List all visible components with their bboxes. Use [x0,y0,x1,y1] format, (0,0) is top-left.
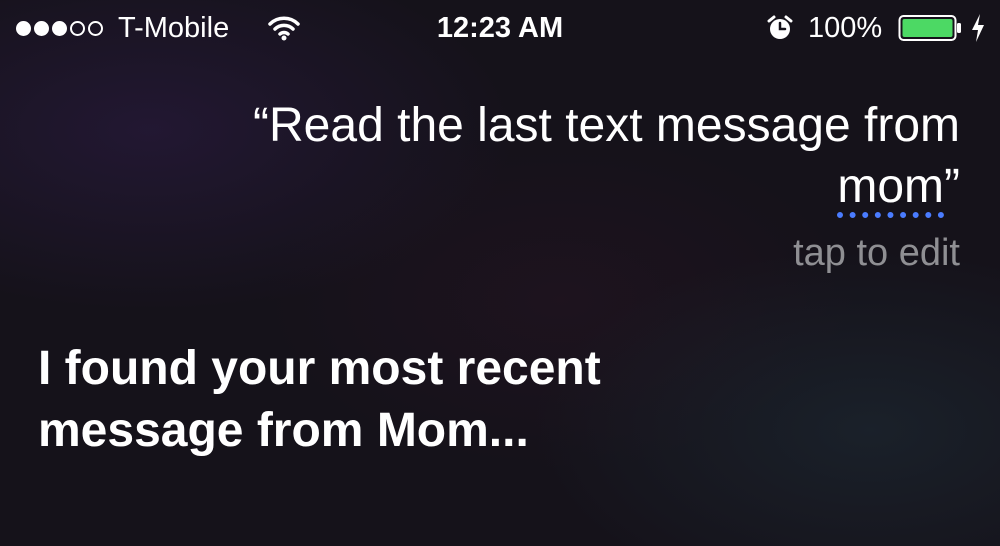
charging-bolt-icon [972,14,984,42]
tap-to-edit-label[interactable]: tap to edit [793,230,960,276]
alarm-icon [767,15,793,39]
siri-response: I found your most recent message from Mo… [38,342,601,457]
siri-query[interactable]: “Read the last text message from mom” [200,95,960,217]
query-close-quote: ” [944,160,960,213]
query-word-uncertain[interactable]: mom [837,160,944,213]
status-bar: T-Mobile 12:23 AM 100% [0,0,1000,56]
battery-percentage: 100% [808,12,883,44]
battery-icon [898,15,961,41]
query-text: “Read the last text message from [253,99,960,152]
